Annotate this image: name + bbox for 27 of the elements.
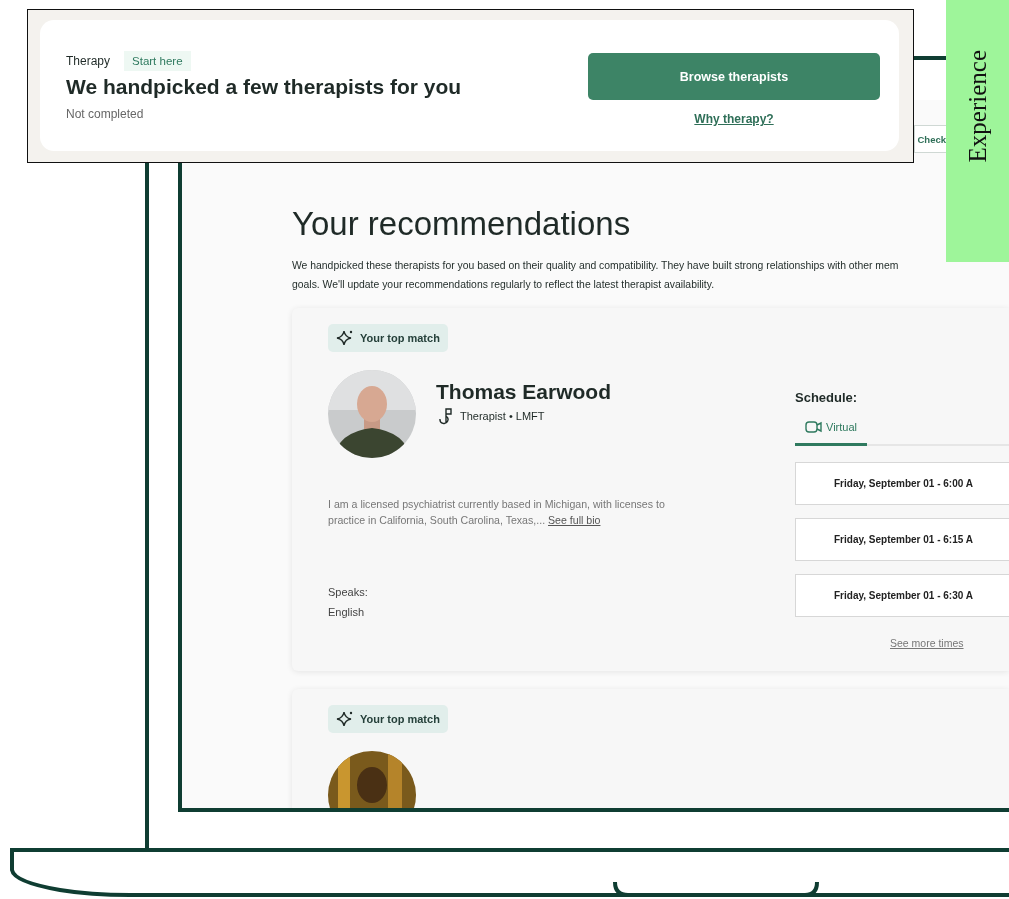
task-title: We handpicked a few therapists for you [66,74,462,99]
speaks-label: Speaks: [328,586,369,598]
category-label: Therapy [66,53,111,68]
time-slot-button[interactable]: Friday, September 01 - 6:15 A [795,518,1009,561]
top-match-badge: Your top match [328,324,448,352]
intro-text: We handpicked these therapists for you based on their quality and compatibility. They have built strong relationships with other mem [292,259,900,273]
therapist-bio: I am a licensed psychiatrist currently based in Michigan, with licenses to practice in California, South Carolina, Texas,... See full bio [328,497,666,528]
time-slot-button[interactable]: Friday, September 01 - 6:30 A [795,574,1009,617]
schedule-label: Schedule: [795,390,859,405]
see-full-bio-link[interactable]: See full bio [548,514,601,526]
intro-text: goals. We'll update your recommendations regularly to reflect the latest therapist availability. [292,278,716,292]
top-match-badge: Your top match [328,705,448,733]
see-more-times-link[interactable]: See more times [890,637,964,649]
why-therapy-link[interactable]: Why therapy? [694,112,774,126]
status-text: Not completed [66,106,145,121]
language-text: English [328,606,366,618]
check-button[interactable]: Check [914,125,946,153]
sparkle-icon [336,710,354,728]
video-icon [805,421,823,433]
therapist-name: Thomas Earwood [436,380,612,404]
sparkle-icon [336,329,354,347]
therapist-role: Therapist • LMFT [460,410,545,422]
browse-therapists-button[interactable]: Browse therapists [588,53,880,100]
page-heading: Your recommendations [292,204,632,244]
start-here-badge: Start here [124,50,191,71]
virtual-tab[interactable]: Virtual [795,421,867,446]
time-slot-button[interactable]: Friday, September 01 - 6:00 A [795,462,1009,505]
